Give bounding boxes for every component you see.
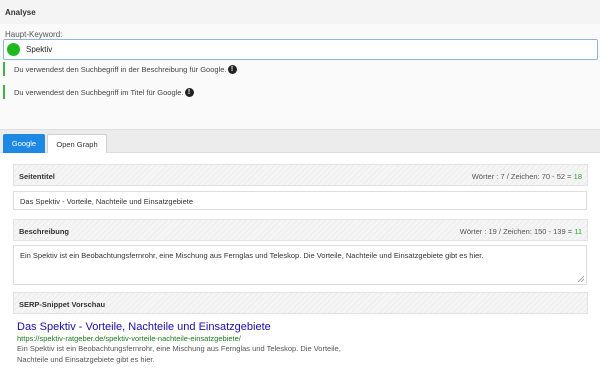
seitentitel-stats-text: Wörter : 7 / Zeichen: 70 - 52 = bbox=[471, 172, 572, 181]
seitentitel-header: Seitentitel Wörter : 7 / Zeichen: 70 - 5… bbox=[13, 164, 588, 186]
alert-icon: ! bbox=[184, 87, 194, 97]
alert-icon: ! bbox=[227, 64, 237, 74]
keyword-status-indicator bbox=[7, 43, 20, 56]
tab-open-graph[interactable]: Open Graph bbox=[47, 134, 107, 153]
beschreibung-heading: Beschreibung bbox=[19, 227, 70, 236]
beschreibung-stats-result: 11 bbox=[574, 227, 582, 236]
notice-title-text: Du verwendest den Suchbegriff im Titel f… bbox=[14, 87, 184, 97]
serp-description: Ein Spektiv ist ein Beobachtungsfernrohr… bbox=[17, 344, 341, 364]
serp-header: SERP-Snippet Vorschau bbox=[13, 292, 588, 314]
tab-google[interactable]: Google bbox=[3, 134, 45, 153]
beschreibung-text: Ein Spektiv ist ein Beobachtungsfernrohr… bbox=[20, 251, 484, 260]
beschreibung-textarea[interactable]: Ein Spektiv ist ein Beobachtungsfernrohr… bbox=[13, 245, 587, 285]
beschreibung-header: Beschreibung Wörter : 19 / Zeichen: 150 … bbox=[13, 219, 588, 241]
serp-title: Das Spektiv - Vorteile, Nachteile und Ei… bbox=[17, 321, 271, 333]
notice-description-text: Du verwendest den Suchbegriff in der Bes… bbox=[14, 64, 227, 74]
notice-description: Du verwendest den Suchbegriff in der Bes… bbox=[3, 62, 237, 76]
serp-heading: SERP-Snippet Vorschau bbox=[19, 300, 106, 309]
notice-title: Du verwendest den Suchbegriff im Titel f… bbox=[3, 85, 194, 99]
beschreibung-stats-text: Wörter : 19 / Zeichen: 150 - 139 = bbox=[459, 227, 573, 236]
seitentitel-stats-result: 18 bbox=[573, 172, 582, 181]
keyword-value: Spektiv bbox=[26, 45, 53, 54]
beschreibung-stats: Wörter : 19 / Zeichen: 150 - 139 = 11 bbox=[460, 227, 582, 236]
seitentitel-heading: Seitentitel bbox=[19, 172, 55, 181]
tab-bar: Google Open Graph bbox=[0, 129, 600, 153]
keyword-label: Haupt-Keyword: bbox=[5, 30, 63, 39]
analyse-header: Analyse bbox=[0, 0, 600, 24]
resize-handle-icon[interactable] bbox=[578, 276, 584, 282]
analyse-heading: Analyse bbox=[5, 8, 36, 17]
seitentitel-input[interactable]: Das Spektiv - Vorteile, Nachteile und Ei… bbox=[13, 191, 587, 210]
serp-url: https://spektiv-ratgeber.de/spektiv-vort… bbox=[17, 334, 241, 343]
seitentitel-stats: Wörter : 7 / Zeichen: 70 - 52 = 18 bbox=[472, 172, 582, 181]
keyword-input[interactable]: Spektiv bbox=[3, 39, 598, 60]
